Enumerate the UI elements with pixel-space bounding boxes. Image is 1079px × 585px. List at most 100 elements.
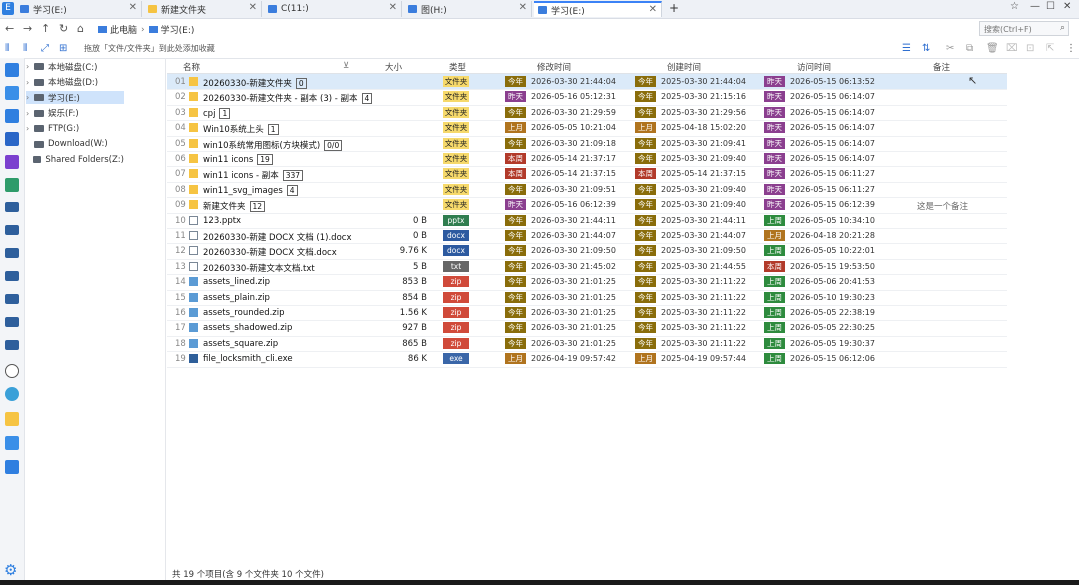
- close-tab-icon[interactable]: ✕: [129, 2, 137, 13]
- file-name[interactable]: win11 icons 19: [203, 154, 273, 165]
- chevron-right-icon[interactable]: ›: [26, 109, 34, 118]
- layout-split-icon[interactable]: ⦀: [23, 43, 27, 54]
- tree-item[interactable]: › 学习(E:): [26, 91, 124, 104]
- back-arrow-icon[interactable]: ←: [5, 22, 14, 35]
- file-name[interactable]: 20260330-新建 DOCX 文档 (1).docx: [203, 231, 351, 243]
- drive-d-icon[interactable]: [5, 225, 19, 235]
- drive-g-icon[interactable]: [5, 294, 19, 304]
- table-row[interactable]: 14 assets_lined.zip 853 B zip 今年 2026-03-30 2…: [167, 274, 1007, 291]
- home-icon[interactable]: [5, 63, 19, 77]
- sort-icon[interactable]: ⇅: [922, 43, 930, 54]
- maximize-icon[interactable]: ☐: [1046, 1, 1055, 12]
- search-icon[interactable]: ⌕: [1060, 23, 1065, 33]
- file-name[interactable]: 20260330-新建文本文档.txt: [203, 262, 315, 274]
- table-row[interactable]: 02 20260330-新建文件夹 - 副本 (3) - 副本 4 文件夹 昨天 2026…: [167, 89, 1007, 106]
- delete-icon[interactable]: 🗑: [986, 43, 999, 54]
- properties-icon[interactable]: ⊡: [1026, 43, 1034, 54]
- filter-icon[interactable]: ⊻: [343, 61, 349, 71]
- table-row[interactable]: 05 win10系统常用图标(方块模式) 0/0 文件夹 今年 2026-03-30 21…: [167, 136, 1007, 152]
- up-arrow-icon[interactable]: ↑: [41, 22, 50, 35]
- column-type[interactable]: 类型: [449, 61, 466, 73]
- breadcrumb-item[interactable]: 学习(E:): [161, 23, 195, 36]
- table-row[interactable]: 13 20260330-新建文本文档.txt 5 B txt 今年 2026-03-30 …: [167, 259, 1007, 276]
- table-row[interactable]: 12 20260330-新建 DOCX 文档.docx 9.76 K docx 今年 20…: [167, 243, 1007, 260]
- minimize-icon[interactable]: —: [1030, 1, 1040, 12]
- history-icon[interactable]: [5, 364, 19, 378]
- table-row[interactable]: 09 新建文件夹 12 文件夹 昨天 2026-05-16 06:12:39 今年 2025-…: [167, 197, 1007, 214]
- search-input[interactable]: 搜索(Ctrl+F): [979, 21, 1069, 36]
- home-icon[interactable]: ⌂: [77, 22, 84, 35]
- drive-w-icon[interactable]: [5, 317, 19, 327]
- control-panel-icon[interactable]: [5, 436, 19, 450]
- file-name[interactable]: 20260330-新建 DOCX 文档.docx: [203, 246, 337, 258]
- tree-item[interactable]: › 娱乐(F:): [26, 107, 124, 120]
- file-name[interactable]: assets_square.zip: [203, 339, 278, 349]
- column-modified[interactable]: 修改时间: [537, 61, 571, 73]
- file-name[interactable]: 20260330-新建文件夹 - 副本 (3) - 副本 4: [203, 92, 373, 105]
- desktop-icon[interactable]: [5, 86, 19, 100]
- expand-icon[interactable]: ⤢: [41, 43, 49, 54]
- forward-arrow-icon[interactable]: →: [23, 22, 32, 35]
- close-window-icon[interactable]: ✕: [1063, 1, 1071, 12]
- pictures-icon[interactable]: [5, 109, 19, 123]
- file-name[interactable]: win10系统常用图标(方块模式) 0/0: [203, 139, 343, 151]
- share-icon[interactable]: ⇱: [1046, 43, 1054, 54]
- breadcrumb-item[interactable]: 此电脑: [110, 23, 137, 36]
- table-row[interactable]: 19 file_locksmith_cli.exe 86 K exe 上月 2026-04…: [167, 351, 1007, 368]
- layout-columns-icon[interactable]: ⦀: [5, 43, 9, 54]
- close-tab-icon[interactable]: ✕: [249, 2, 257, 13]
- chevron-right-icon[interactable]: ›: [26, 124, 34, 133]
- breadcrumb[interactable]: 此电脑 › 学习(E:): [98, 22, 194, 37]
- file-name[interactable]: cpj 1: [203, 107, 231, 119]
- file-name[interactable]: Win10系统上头 1: [203, 123, 279, 136]
- refresh-icon[interactable]: ↻: [59, 22, 68, 35]
- add-tab-button[interactable]: +: [669, 1, 679, 15]
- cut-icon[interactable]: ✂: [946, 43, 954, 54]
- table-row[interactable]: 03 cpj 1 文件夹 今年 2026-03-30 21:29:59 今年 2025-03-…: [167, 105, 1007, 122]
- tab-item[interactable]: 学习(E:) ✕: [16, 1, 142, 17]
- tab-item[interactable]: 新建文件夹 ✕: [144, 1, 262, 17]
- tree-item[interactable]: Shared Folders(Z:): [26, 153, 124, 166]
- drive-e-icon[interactable]: [5, 248, 19, 258]
- column-note[interactable]: 备注: [933, 61, 950, 73]
- chevron-right-icon[interactable]: ›: [26, 62, 34, 71]
- drive-c-icon[interactable]: [5, 202, 19, 212]
- close-tab-icon[interactable]: ✕: [389, 2, 397, 13]
- table-row[interactable]: 08 win11_svg_images 4 文件夹 今年 2026-03-30 21:09…: [167, 182, 1007, 199]
- table-row[interactable]: 10 123.pptx 0 B pptx 今年 2026-03-30 21:44:11 今年…: [167, 213, 1007, 229]
- grid-icon[interactable]: ⊞: [59, 43, 67, 54]
- table-row[interactable]: 01 20260330-新建文件夹 0 文件夹 今年 2026-03-30 21:44:0…: [167, 74, 1007, 91]
- file-name[interactable]: win11 icons - 副本 337: [203, 169, 304, 182]
- column-name[interactable]: 名称: [183, 61, 200, 73]
- windows-icon[interactable]: [5, 460, 19, 474]
- column-size[interactable]: 大小: [385, 61, 402, 73]
- tab-item[interactable]: 学习(E:) ✕: [534, 1, 662, 17]
- recycle-icon[interactable]: [5, 387, 19, 401]
- column-accessed[interactable]: 访问时间: [797, 61, 831, 73]
- chevron-right-icon[interactable]: ›: [26, 93, 34, 102]
- rename-icon[interactable]: ⌧: [1006, 43, 1018, 54]
- more-icon[interactable]: ⋮: [1066, 43, 1076, 54]
- column-created[interactable]: 创建时间: [667, 61, 701, 73]
- file-name[interactable]: win11_svg_images 4: [203, 184, 298, 196]
- close-tab-icon[interactable]: ✕: [519, 2, 527, 13]
- drive-z-icon[interactable]: [5, 340, 19, 350]
- tree-item[interactable]: Download(W:): [26, 138, 124, 151]
- chevron-right-icon[interactable]: ›: [26, 78, 34, 87]
- table-row[interactable]: 04 Win10系统上头 1 文件夹 上月 2026-05-05 10:21:04 上月 20…: [167, 120, 1007, 137]
- settings-gear-icon[interactable]: ⚙: [4, 561, 17, 579]
- close-tab-icon[interactable]: ✕: [649, 4, 657, 15]
- file-name[interactable]: assets_shadowed.zip: [203, 323, 292, 333]
- table-row[interactable]: 06 win11 icons 19 文件夹 本周 2026-05-14 21:37:17 今…: [167, 151, 1007, 168]
- tree-item[interactable]: › 本地磁盘(C:): [26, 60, 124, 73]
- folder-icon[interactable]: [5, 412, 19, 426]
- table-row[interactable]: 07 win11 icons - 副本 337 文件夹 本周 2026-05-14 21:…: [167, 166, 1007, 183]
- file-name[interactable]: file_locksmith_cli.exe: [203, 354, 293, 364]
- documents-icon[interactable]: [5, 132, 19, 146]
- file-name[interactable]: 新建文件夹 12: [203, 200, 266, 213]
- tree-item[interactable]: › FTP(G:): [26, 122, 124, 135]
- drive-f-icon[interactable]: [5, 271, 19, 281]
- table-row[interactable]: 18 assets_square.zip 865 B zip 今年 2026-03-30 …: [167, 336, 1007, 353]
- file-name[interactable]: 20260330-新建文件夹 0: [203, 77, 307, 89]
- tree-item[interactable]: › 本地磁盘(D:): [26, 76, 124, 89]
